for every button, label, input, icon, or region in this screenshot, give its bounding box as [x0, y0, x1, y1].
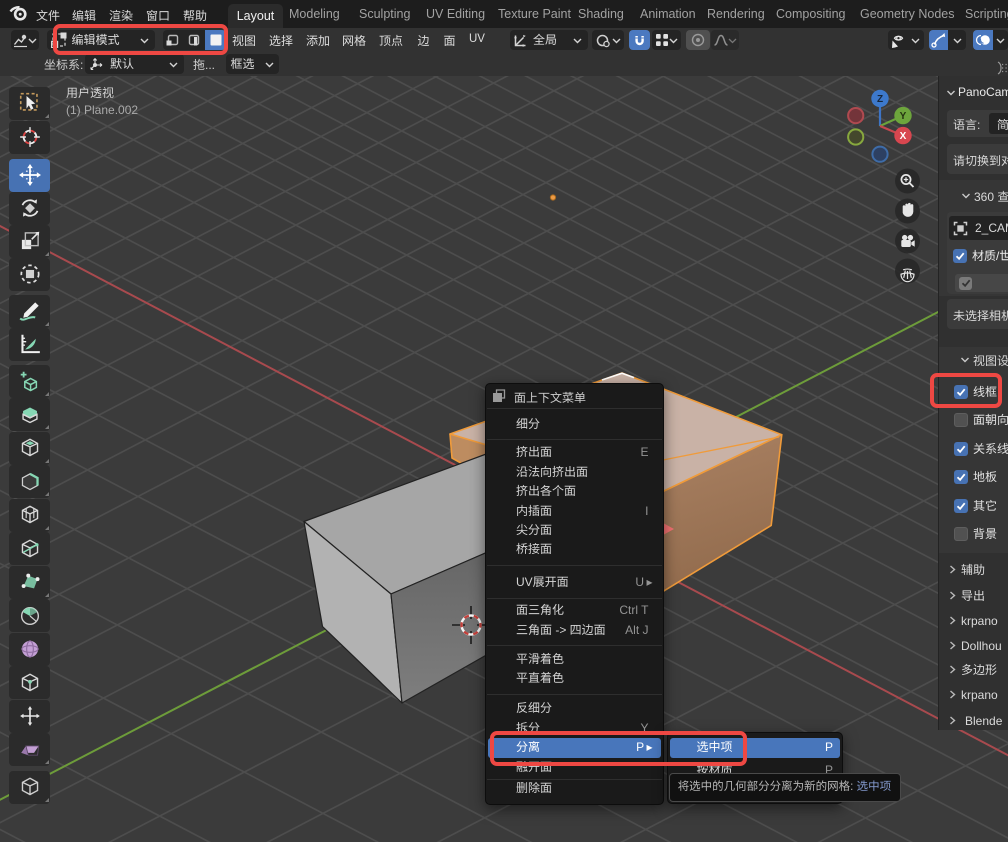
svg-text:Z: Z [877, 94, 883, 105]
svg-text:Y: Y [900, 111, 907, 122]
svg-text:X: X [900, 131, 907, 142]
